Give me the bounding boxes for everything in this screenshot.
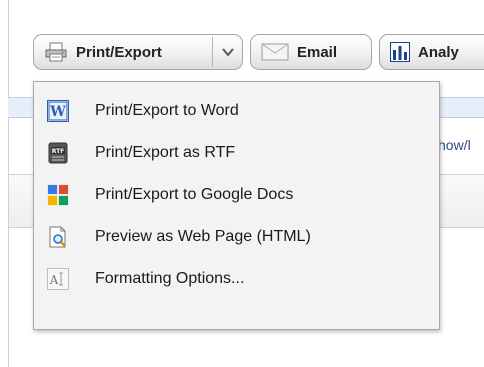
- print-export-button[interactable]: Print/Export: [33, 34, 243, 70]
- menu-item-preview-html[interactable]: Preview as Web Page (HTML): [34, 218, 439, 256]
- button-divider: [212, 37, 213, 67]
- chevron-down-icon[interactable]: [220, 45, 236, 59]
- email-label: Email: [297, 43, 338, 61]
- menu-item-label: Preview as Web Page (HTML): [95, 228, 311, 245]
- google-docs-icon: [47, 184, 69, 206]
- menu-item-label: Formatting Options...: [95, 270, 245, 287]
- menu-item-label: Print/Export to Google Docs: [95, 186, 294, 203]
- bar-chart-icon: [390, 42, 410, 62]
- svg-text:A: A: [49, 273, 59, 287]
- email-button[interactable]: Email: [250, 34, 372, 70]
- menu-item-export-google-docs[interactable]: Print/Export to Google Docs: [34, 176, 439, 214]
- rtf-icon: RTF: [47, 142, 69, 164]
- formatting-icon: A: [47, 268, 69, 290]
- svg-text:W: W: [49, 104, 66, 120]
- menu-item-export-word[interactable]: W Print/Export to Word: [34, 92, 439, 130]
- print-export-menu: W Print/Export to Word RTF Print/Export …: [33, 81, 440, 330]
- screen: how/l Print/Export Email Analy W Print/E…: [0, 0, 484, 367]
- preview-icon: [47, 226, 69, 248]
- analytics-button[interactable]: Analy: [379, 34, 484, 70]
- printer-icon: [44, 42, 68, 62]
- word-icon: W: [47, 100, 69, 122]
- envelope-icon: [261, 43, 289, 61]
- menu-item-label: Print/Export to Word: [95, 102, 239, 119]
- menu-item-formatting-options[interactable]: A Formatting Options...: [34, 260, 439, 298]
- background-border: [8, 228, 9, 367]
- menu-item-export-rtf[interactable]: RTF Print/Export as RTF: [34, 134, 439, 172]
- background-link[interactable]: how/l: [438, 137, 471, 153]
- menu-item-label: Print/Export as RTF: [95, 144, 236, 161]
- analytics-label: Analy: [418, 43, 459, 61]
- svg-text:RTF: RTF: [52, 148, 65, 155]
- print-export-label: Print/Export: [76, 43, 162, 61]
